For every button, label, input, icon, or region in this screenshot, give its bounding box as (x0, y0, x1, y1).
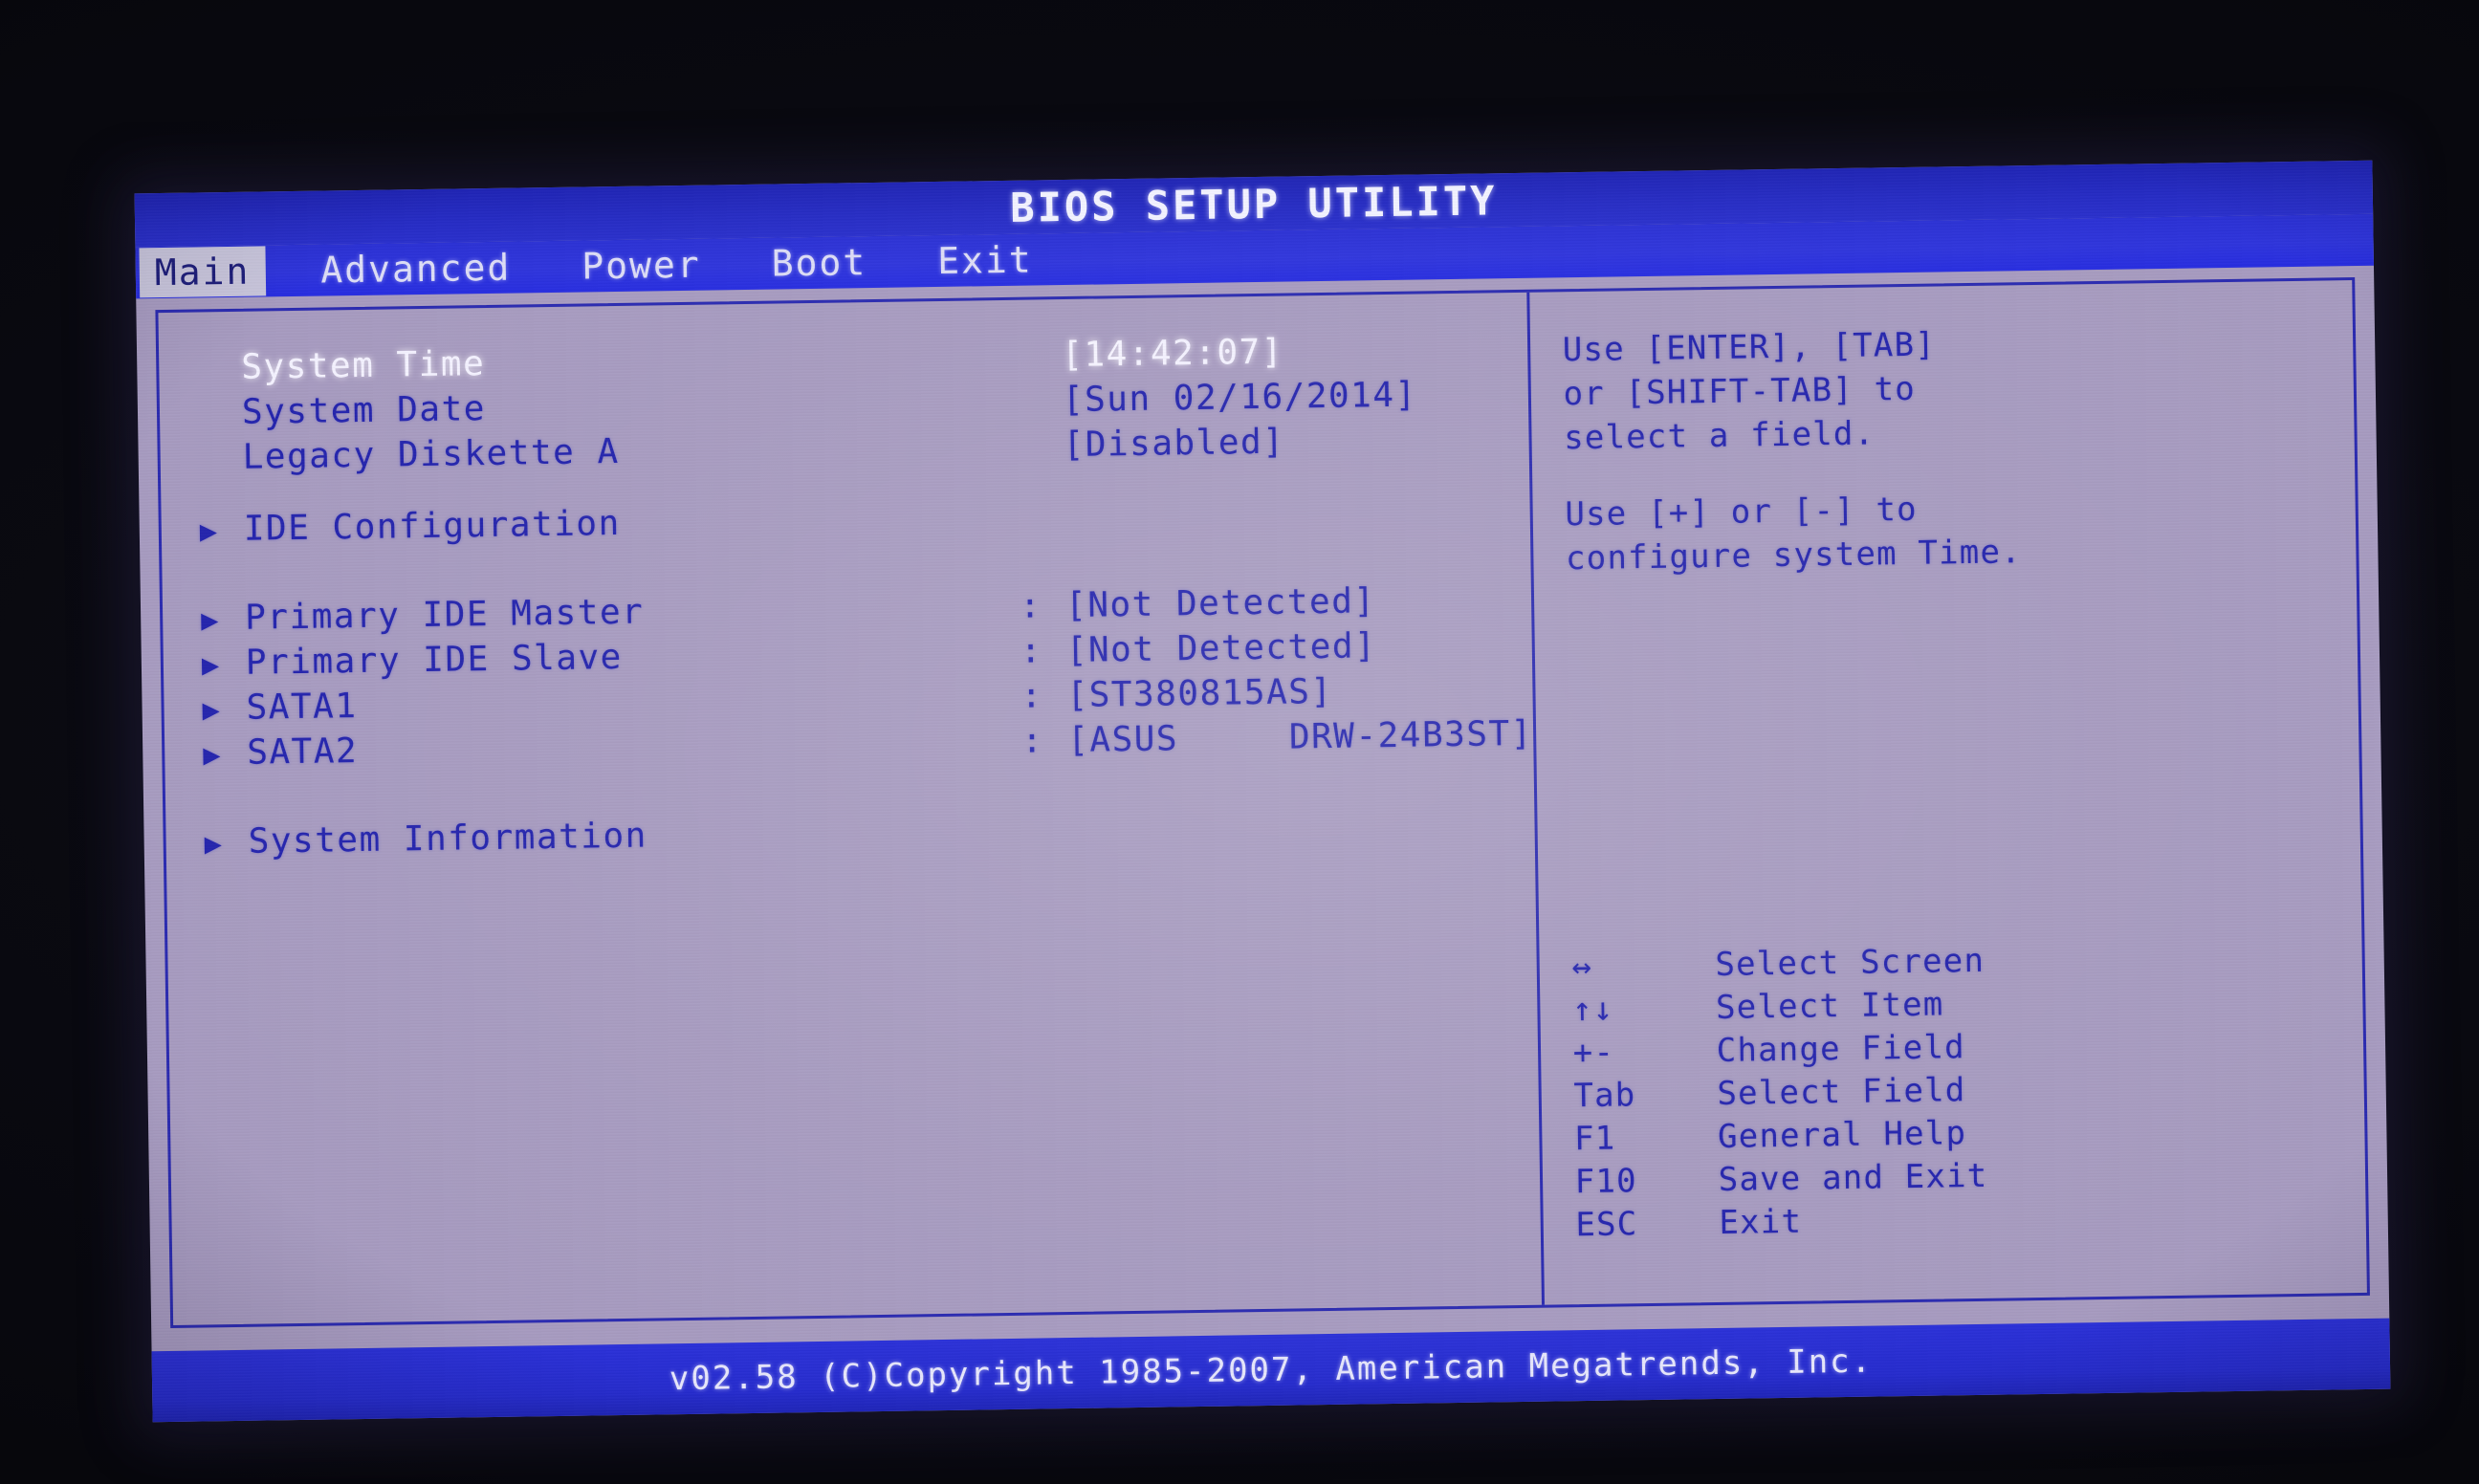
menu-item-boot[interactable]: Boot (756, 237, 882, 289)
legend-key-icon: ↑↓ (1571, 990, 1614, 1030)
legend-description: Select Item (1715, 985, 1944, 1027)
colon-separator: : (1020, 721, 1044, 761)
value-active-field[interactable]: 14 (1084, 335, 1129, 375)
help-text-block: Use [ENTER], [TAB] or [SHIFT-TAB] to sel… (1563, 316, 2357, 580)
row-indent (191, 379, 241, 380)
key-legend: ↔ Select Screen ↑↓ Select Item +- Change Fiel… (1571, 936, 2360, 1249)
setting-value[interactable]: [ST380815AS] (1066, 672, 1333, 715)
legend-description: Change Field (1716, 1028, 1966, 1070)
setting-value[interactable]: [Not Detected] (1065, 626, 1376, 670)
submenu-arrow-icon: ▶ (203, 738, 223, 773)
legend-description: Exit (1719, 1202, 1803, 1242)
footer-bar: v02.58 (C)Copyright 1985-2007, American … (151, 1318, 2391, 1423)
submenu-arrow-icon: ▶ (199, 514, 219, 549)
menu-item-power[interactable]: Power (566, 239, 716, 291)
copyright-text: v02.58 (C)Copyright 1985-2007, American … (669, 1342, 1874, 1399)
legend-key-icon: ↔ (1571, 947, 1593, 987)
colon-separator (1023, 840, 1069, 841)
legend-description: General Help (1717, 1114, 1967, 1156)
setting-value[interactable]: [Sun 02/16/2014] (1063, 376, 1417, 420)
value-prefix: [ (1061, 335, 1085, 376)
legend-key-icon: +- (1572, 1033, 1615, 1073)
legend-key-icon: ESC (1575, 1205, 1638, 1245)
submenu-arrow-icon: ▶ (204, 827, 224, 862)
submenu-arrow-icon: ▶ (201, 648, 221, 683)
colon-separator (1017, 411, 1063, 412)
setting-label: System Time (241, 344, 486, 387)
colon-separator (1019, 528, 1064, 529)
content-frame: System Time [14:42:07] System Date [Sun 02/… (155, 276, 2370, 1328)
setting-value[interactable]: [ASUS DRW-24B3ST] (1067, 714, 1533, 760)
setting-value[interactable]: [Not Detected] (1065, 581, 1376, 625)
setting-value[interactable]: [Disabled] (1063, 423, 1284, 465)
value-suffix: :42:07] (1128, 332, 1284, 375)
legend-description: Select Screen (1715, 941, 1985, 984)
colon-separator: : (1019, 586, 1042, 626)
colon-separator (1018, 456, 1064, 457)
help-paragraph: Use [ENTER], [TAB] or [SHIFT-TAB] to sel… (1562, 325, 1937, 458)
screen-wrapper: BIOS SETUP UTILITY Main Advanced Power Boot… (134, 160, 2391, 1423)
submenu-arrow-icon: ▶ (202, 693, 222, 728)
colon-separator: : (1020, 676, 1043, 716)
help-paragraph: Use [+] or [-] to configure system Time. (1565, 490, 2023, 578)
colon-separator (1016, 366, 1062, 367)
legend-description: Save and Exit (1718, 1156, 1988, 1199)
help-pane: Use [ENTER], [TAB] or [SHIFT-TAB] to sel… (1529, 280, 2367, 1305)
colon-separator: : (1020, 631, 1043, 671)
menu-item-advanced[interactable]: Advanced (305, 242, 527, 295)
page-title: BIOS SETUP UTILITY (1009, 176, 1498, 231)
submenu-arrow-icon: ▶ (200, 603, 221, 638)
legend-key-icon: Tab (1573, 1076, 1636, 1116)
setting-value[interactable]: [14:42:07] (1062, 333, 1283, 375)
monitor-photo: BIOS SETUP UTILITY Main Advanced Power Boot… (0, 0, 2479, 1484)
row-indent (192, 424, 242, 425)
bios-setup-screen: BIOS SETUP UTILITY Main Advanced Power Boot… (134, 160, 2391, 1423)
menu-item-exit[interactable]: Exit (922, 234, 1048, 286)
settings-pane: System Time [14:42:07] System Date [Sun 02/… (158, 293, 1541, 1325)
menu-item-main[interactable]: Main (139, 246, 266, 298)
legend-description: Select Field (1717, 1071, 1966, 1113)
legend-key-icon: F10 (1574, 1162, 1638, 1202)
legend-key-icon: F1 (1573, 1119, 1616, 1159)
